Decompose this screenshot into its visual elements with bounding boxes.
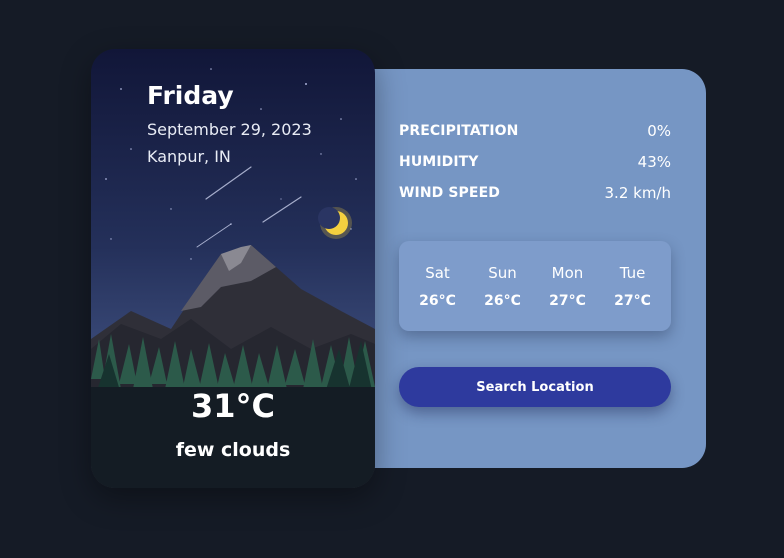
forecast-day: Mon 27°C [538, 241, 598, 331]
forecast-day-temp: 27°C [549, 293, 586, 309]
humidity-label: HUMIDITY [399, 154, 479, 170]
crescent-moon-icon [318, 207, 352, 239]
forecast-day-name: Sat [425, 264, 450, 282]
weather-description: few clouds [175, 439, 291, 461]
current-temperature: 31°C [190, 387, 275, 425]
search-location-button[interactable]: Search Location [399, 367, 671, 407]
wind-speed-row: WIND SPEED 3.2 km/h [399, 183, 671, 203]
wind-speed-value: 3.2 km/h [604, 184, 671, 202]
weekday-label: Friday [147, 81, 234, 110]
forecast-day-name: Tue [619, 264, 646, 282]
wind-speed-label: WIND SPEED [399, 185, 500, 201]
precipitation-label: PRECIPITATION [399, 123, 519, 139]
shooting-stars [196, 166, 302, 248]
location-label: Kanpur, IN [147, 147, 231, 166]
forecast-day: Tue 27°C [603, 241, 663, 331]
forecast-day-name: Mon [551, 264, 584, 282]
today-weather-card: Friday September 29, 2023 Kanpur, IN 31°… [91, 49, 375, 488]
date-label: September 29, 2023 [147, 120, 312, 139]
humidity-row: HUMIDITY 43% [399, 152, 671, 172]
forecast-day-temp: 26°C [484, 293, 521, 309]
forecast-day: Sat 26°C [408, 241, 468, 331]
forecast-day-name: Sun [488, 264, 517, 282]
forecast-day: Sun 26°C [473, 241, 533, 331]
forecast-day-temp: 27°C [614, 293, 651, 309]
precipitation-row: PRECIPITATION 0% [399, 121, 671, 141]
humidity-value: 43% [637, 153, 671, 171]
forecast-panel: Sat 26°C Sun 26°C Mon 27°C Tue 27°C [399, 241, 671, 331]
precipitation-value: 0% [647, 122, 671, 140]
forecast-day-temp: 26°C [419, 293, 456, 309]
